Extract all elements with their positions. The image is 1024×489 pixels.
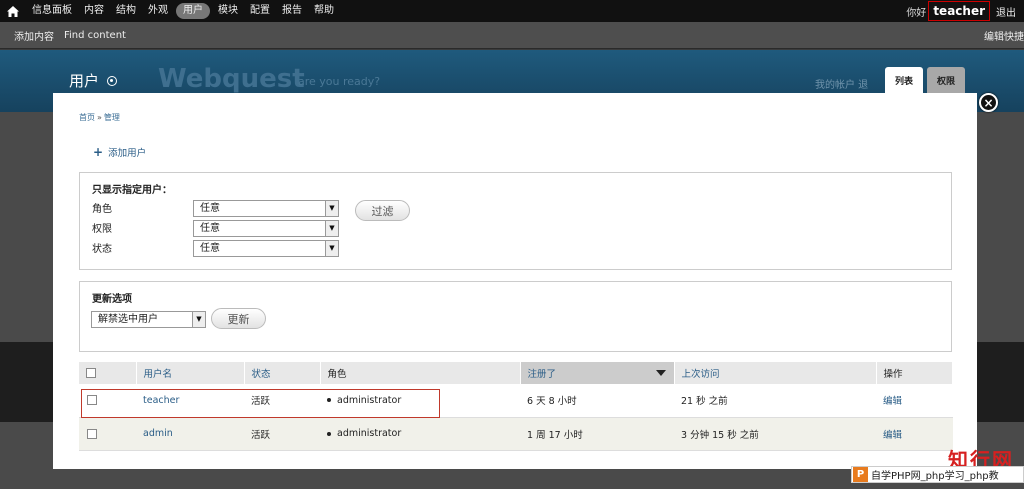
filter-button[interactable]: 过滤 — [355, 200, 410, 221]
add-shortcut-icon[interactable] — [107, 75, 118, 86]
row-checkbox-cell — [79, 417, 136, 451]
username-link[interactable]: admin — [143, 428, 173, 439]
breadcrumb-home[interactable]: 首页 — [79, 113, 95, 122]
plus-icon: + — [93, 145, 104, 159]
site-name: Webquest — [158, 64, 305, 94]
php-logo-icon: P — [853, 467, 868, 482]
add-user-link[interactable]: + 添加用户 — [93, 145, 146, 159]
operations-cell: 编辑 — [876, 384, 953, 418]
status-cell: 活跃 — [244, 384, 320, 418]
sort-descending-icon — [655, 370, 666, 376]
member-for-cell: 1 周 17 小时 — [520, 417, 674, 451]
tab-list[interactable]: 列表 — [885, 67, 923, 94]
last-access-cell: 21 秒 之前 — [674, 384, 876, 418]
watermark-bar: P 自学PHP网_php学习_php教 — [851, 466, 1024, 483]
chevron-down-icon: ▼ — [192, 312, 205, 327]
watermark-bar-text: 自学PHP网_php学习_php教 — [871, 471, 999, 482]
operation-select-value: 解禁选中用户 — [98, 314, 158, 325]
member-for-cell: 6 天 8 小时 — [520, 384, 674, 418]
primary-tabs: 列表 权限 — [885, 67, 969, 94]
toolbar-item-people[interactable]: 用户 — [176, 3, 210, 19]
role-select-value: 任意 — [200, 203, 220, 214]
breadcrumb-separator: » — [97, 113, 102, 122]
chevron-down-icon: ▼ — [325, 221, 338, 236]
logout-link[interactable]: 退出 — [996, 4, 1016, 19]
secondary-menu[interactable]: 我的帐户 退 — [815, 76, 868, 91]
chevron-down-icon: ▼ — [325, 241, 338, 256]
username-cell: teacher — [136, 384, 244, 418]
toolbar-item-modules[interactable]: 模块 — [212, 0, 244, 22]
row-checkbox-cell — [79, 384, 136, 418]
role-name: administrator — [337, 428, 402, 439]
header-member-for-label: 注册了 — [527, 369, 557, 380]
bullet-icon — [327, 431, 331, 436]
roles-cell: administrator — [320, 384, 520, 418]
header-operations: 操作 — [876, 362, 953, 384]
header-status[interactable]: 状态 — [244, 362, 321, 384]
select-all-checkbox[interactable] — [86, 368, 96, 378]
toolbar-item-content[interactable]: 内容 — [78, 0, 110, 22]
page-title: 用户 — [69, 70, 118, 91]
permission-select[interactable]: 任意 ▼ — [193, 220, 339, 237]
username-link[interactable]: teacher — [143, 395, 179, 406]
status-cell: 活跃 — [244, 417, 320, 451]
shortcuts-bar: 添加内容 Find content 编辑快捷 — [0, 22, 1024, 49]
update-button[interactable]: 更新 — [211, 308, 266, 329]
operations-cell: 编辑 — [876, 417, 953, 451]
users-table: 用户名 状态 角色 注册了 上次访问 操作 teacher 活跃 adminis… — [79, 362, 953, 451]
home-icon[interactable] — [0, 0, 26, 22]
username-cell: admin — [136, 417, 244, 451]
filter-legend: 只显示指定用户： — [92, 185, 172, 196]
toolbar-item-configuration[interactable]: 配置 — [244, 0, 276, 22]
site-slogan: are you ready? — [298, 75, 381, 88]
last-access-cell: 3 分钟 15 秒 之前 — [674, 417, 876, 451]
toolbar-item-help[interactable]: 帮助 — [308, 0, 340, 22]
edit-link[interactable]: 编辑 — [883, 396, 902, 407]
toolbar-item-appearance[interactable]: 外观 — [142, 0, 174, 22]
greeting-text: 你好 — [906, 7, 927, 19]
update-legend: 更新选项 — [92, 294, 132, 305]
bullet-icon — [327, 398, 331, 403]
permission-select-value: 任意 — [200, 223, 220, 234]
breadcrumb: 首页» 管理 — [79, 112, 120, 123]
breadcrumb-admin[interactable]: 管理 — [104, 113, 120, 122]
status-select[interactable]: 任意 ▼ — [193, 240, 339, 257]
select-all-header — [79, 362, 137, 384]
operation-select[interactable]: 解禁选中用户 ▼ — [91, 311, 206, 328]
filter-label-role: 角色 — [92, 204, 112, 215]
table-row: admin 活跃 administrator 1 周 17 小时 3 分钟 15… — [79, 417, 953, 451]
row-checkbox[interactable] — [87, 395, 97, 406]
edit-link[interactable]: 编辑 — [883, 430, 902, 441]
row-checkbox[interactable] — [87, 428, 97, 439]
filter-label-status: 状态 — [92, 244, 112, 255]
current-username-link[interactable]: teacher — [928, 1, 990, 21]
add-user-label: 添加用户 — [108, 148, 147, 159]
chevron-down-icon: ▼ — [325, 201, 338, 216]
page-title-text: 用户 — [69, 72, 100, 90]
admin-toolbar: 信息面板 内容 结构 外观 用户 模块 配置 报告 帮助 你好 teacher … — [0, 0, 1024, 22]
toolbar-user-area: 你好 teacher 退出 — [906, 0, 1024, 22]
edit-shortcuts-link[interactable]: 编辑快捷 — [984, 28, 1024, 43]
shortcut-find-content[interactable]: Find content — [62, 30, 134, 41]
status-select-value: 任意 — [200, 243, 220, 254]
table-header-row: 用户名 状态 角色 注册了 上次访问 操作 — [79, 362, 953, 384]
close-overlay-button[interactable]: × — [979, 93, 998, 112]
header-roles: 角色 — [320, 362, 521, 384]
roles-cell: administrator — [320, 417, 520, 451]
toolbar-item-dashboard[interactable]: 信息面板 — [26, 0, 78, 22]
filter-label-permission: 权限 — [92, 224, 112, 235]
toolbar-item-reports[interactable]: 报告 — [276, 0, 308, 22]
shortcut-add-content[interactable]: 添加内容 — [0, 28, 62, 43]
overlay-dialog: 首页» 管理 + 添加用户 只显示指定用户： 角色 任意 ▼ 权限 任意 ▼ 状态… — [53, 93, 977, 469]
tab-permissions[interactable]: 权限 — [927, 67, 965, 93]
header-member-for[interactable]: 注册了 — [520, 362, 675, 384]
header-username[interactable]: 用户名 — [136, 362, 245, 384]
toolbar-item-structure[interactable]: 结构 — [110, 0, 142, 22]
update-options-fieldset: 更新选项 解禁选中用户 ▼ 更新 — [79, 281, 952, 352]
table-row: teacher 活跃 administrator 6 天 8 小时 21 秒 之… — [79, 384, 953, 418]
role-name: administrator — [337, 394, 402, 406]
header-last-access[interactable]: 上次访问 — [674, 362, 877, 384]
filter-fieldset: 只显示指定用户： 角色 任意 ▼ 权限 任意 ▼ 状态 任意 ▼ 过滤 — [79, 172, 952, 270]
role-select[interactable]: 任意 ▼ — [193, 200, 339, 217]
